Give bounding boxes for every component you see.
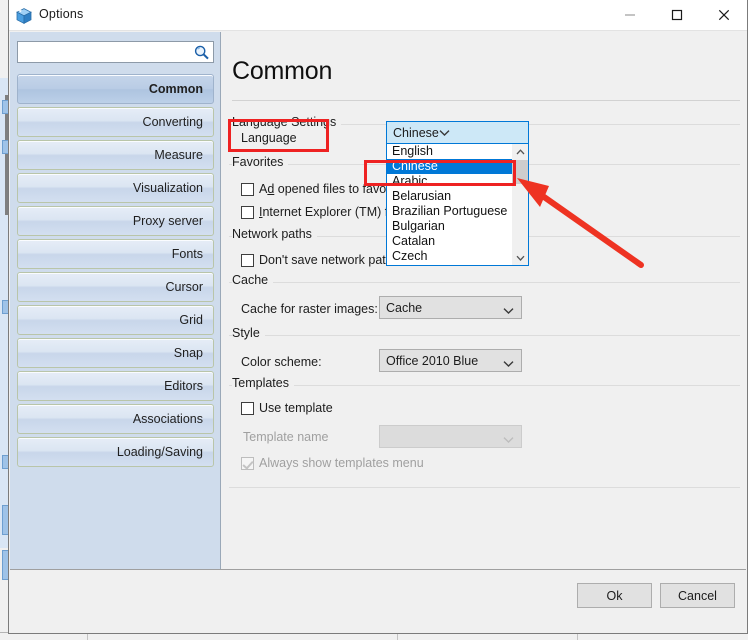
sidebar-item-converting[interactable]: Converting [17,107,214,137]
checkbox-label: Don't save network paths [259,253,399,267]
sidebar-item-associations[interactable]: Associations [17,404,214,434]
color-scheme-value: Office 2010 Blue [386,353,479,368]
cache-raster-value: Cache [386,300,423,315]
checkbox-box[interactable] [241,205,254,219]
minimize-button[interactable] [607,0,653,30]
language-option-selected[interactable]: Chinese [387,159,528,174]
language-option[interactable]: Catalan [387,234,528,249]
sidebar-item-label: Visualization [133,181,203,195]
sidebar-nav-list: Common Converting Measure Visualization Prox… [17,74,214,470]
chevron-down-icon [503,433,514,447]
group-cache: Cache Cache for raster images: Cache [229,273,740,324]
sidebar-item-visualization[interactable]: Visualization [17,173,214,203]
sidebar-item-measure[interactable]: Measure [17,140,214,170]
settings-panel: Common Language Settings Language Chines… [222,32,747,595]
sidebar-item-loading-saving[interactable]: Loading/Saving [17,437,214,467]
search-box[interactable] [17,41,214,63]
language-option[interactable]: Brazilian Portuguese [387,204,528,219]
dropdown-scrollbar[interactable] [512,144,528,265]
sidebar-item-label: Converting [142,115,203,129]
scrollbar-thumb[interactable] [512,160,528,184]
language-combo-value: Chinese [393,125,439,140]
color-scheme-label: Color scheme: [241,355,322,369]
language-dropdown-list[interactable]: English Chinese Arabic Belarusian Brazilian … [386,144,529,266]
cancel-button[interactable]: Cancel [660,583,735,608]
sidebar-item-label: Associations [132,412,203,426]
group-title-templates: Templates [232,376,294,390]
scroll-up-icon[interactable] [512,144,528,160]
language-combo-box[interactable]: Chinese [386,121,529,144]
sidebar-item-label: Cursor [165,280,203,294]
sidebar-item-fonts[interactable]: Fonts [17,239,214,269]
sidebar-item-label: Loading/Saving [116,445,203,459]
title-bar[interactable]: Options [9,0,747,31]
sidebar-item-label: Proxy server [132,214,203,228]
screen-root: Options Common Converting Measure Visual… [0,0,748,640]
group-title-network-paths: Network paths [232,227,317,241]
chevron-down-icon [503,357,514,371]
cache-raster-label: Cache for raster images: [241,302,378,316]
checkbox-box [241,456,254,470]
group-title-favorites: Favorites [232,155,289,169]
language-option[interactable]: Bulgarian [387,219,528,234]
sidebar-item-label: Fonts [171,247,203,261]
checkbox-dont-save-network-paths[interactable]: Don't save network paths [241,253,399,267]
language-option[interactable]: English [387,144,528,159]
checkbox-box[interactable] [241,401,254,415]
checkbox-label: Always show templates menu [259,456,424,470]
search-icon[interactable] [193,44,210,61]
chevron-down-icon [439,126,450,140]
dialog-footer: Ok Cancel [10,569,746,632]
sidebar-item-snap[interactable]: Snap [17,338,214,368]
checkbox-always-show-templates-menu: Always show templates menu [241,456,424,470]
language-option[interactable]: Belarusian [387,189,528,204]
group-style: Style Color scheme: Office 2010 Blue [229,326,740,377]
options-dialog: Options Common Converting Measure Visual… [8,0,748,634]
templates-bottom-divider [229,487,740,488]
sidebar-item-label: Common [148,82,203,96]
language-option[interactable]: Arabic [387,174,528,189]
dialog-body: Common Converting Measure Visualization Prox… [9,31,747,600]
language-label: Language [241,131,297,145]
group-divider [229,282,740,283]
template-name-label: Template name [243,430,329,444]
cube-icon [15,7,33,25]
group-templates: Templates Use template Template name Alw… [229,376,740,487]
page-title: Common [232,57,333,85]
sidebar-item-common[interactable]: Common [17,74,214,104]
color-scheme-combo[interactable]: Office 2010 Blue [379,349,522,372]
title-divider [232,100,740,101]
sidebar-item-cursor[interactable]: Cursor [17,272,214,302]
chevron-down-icon [503,304,514,318]
sidebar-item-label: Measure [154,148,203,162]
checkbox-use-template[interactable]: Use template [241,401,333,415]
maximize-button[interactable] [654,0,700,30]
group-title-cache: Cache [232,273,274,287]
sidebar-item-editors[interactable]: Editors [17,371,214,401]
group-divider [229,335,740,336]
language-option-container: English Chinese Arabic Belarusian Brazilian … [387,144,528,264]
sidebar-item-label: Snap [173,346,203,360]
ok-button[interactable]: Ok [577,583,652,608]
checkbox-label: Use template [259,401,333,415]
search-input[interactable] [21,43,191,61]
checkbox-add-opened-files[interactable]: Add opened files to favorites opened fil… [241,182,410,196]
group-title-style: Style [232,326,265,340]
sidebar-item-label: Grid [179,313,203,327]
scroll-down-icon[interactable] [512,250,528,265]
group-divider [229,385,740,386]
window-title: Options [39,7,84,21]
sidebar: Common Converting Measure Visualization Prox… [10,32,221,595]
sidebar-item-proxy-server[interactable]: Proxy server [17,206,214,236]
sidebar-item-grid[interactable]: Grid [17,305,214,335]
group-title-language-settings: Language Settings [232,115,342,129]
close-button[interactable] [701,0,747,30]
group-language-settings: Language Settings Language Chinese Engli… [229,115,740,266]
checkbox-box[interactable] [241,253,254,267]
checkbox-box[interactable] [241,182,254,196]
language-option[interactable]: Czech [387,249,528,264]
cache-raster-combo[interactable]: Cache [379,296,522,319]
sidebar-item-label: Editors [164,379,203,393]
template-name-combo [379,425,522,448]
